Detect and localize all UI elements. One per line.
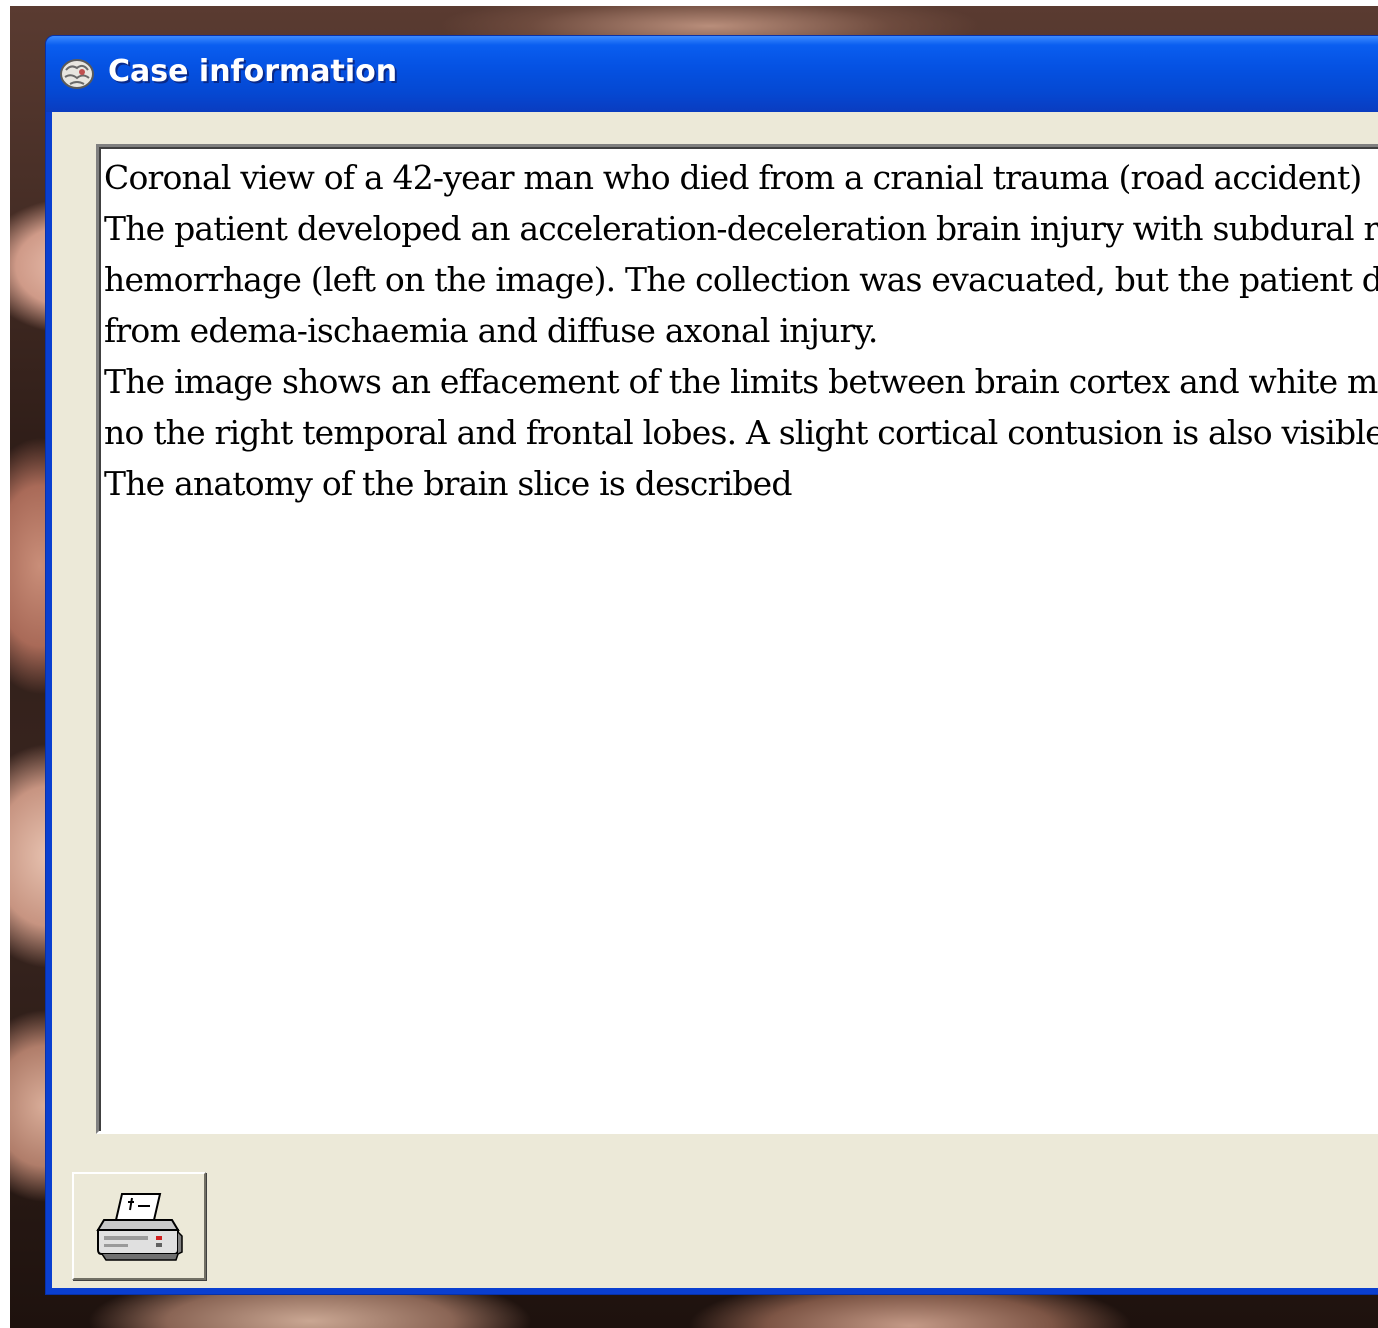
text-line: Coronal view of a 42-year man who died f… (104, 158, 1362, 197)
case-description-textbox[interactable]: Coronal view of a 42-year man who died f… (96, 144, 1378, 1134)
text-line: The anatomy of the brain slice is descri… (104, 464, 793, 503)
case-information-window: Case information Coronal view of a 42-ye… (46, 36, 1378, 1294)
brain-app-icon (60, 59, 94, 89)
screen: Case information Coronal view of a 42-ye… (0, 0, 1378, 1328)
window-title: Case information (108, 54, 398, 89)
printer-icon (96, 1193, 183, 1261)
print-button[interactable] (72, 1172, 206, 1280)
title-bar[interactable]: Case information (46, 36, 1378, 112)
window-client-area: Coronal view of a 42-year man who died f… (52, 112, 1378, 1288)
text-line: The patient developed an acceleration-de… (104, 209, 1378, 248)
text-line: The image shows an effacement of the lim… (104, 362, 1378, 401)
text-line: from edema-ischaemia and diffuse axonal … (104, 311, 878, 350)
case-description-text: Coronal view of a 42-year man who died f… (104, 152, 1378, 509)
text-line: no the right temporal and frontal lobes.… (104, 413, 1378, 452)
text-line: hemorrhage (left on the image). The coll… (104, 260, 1378, 299)
